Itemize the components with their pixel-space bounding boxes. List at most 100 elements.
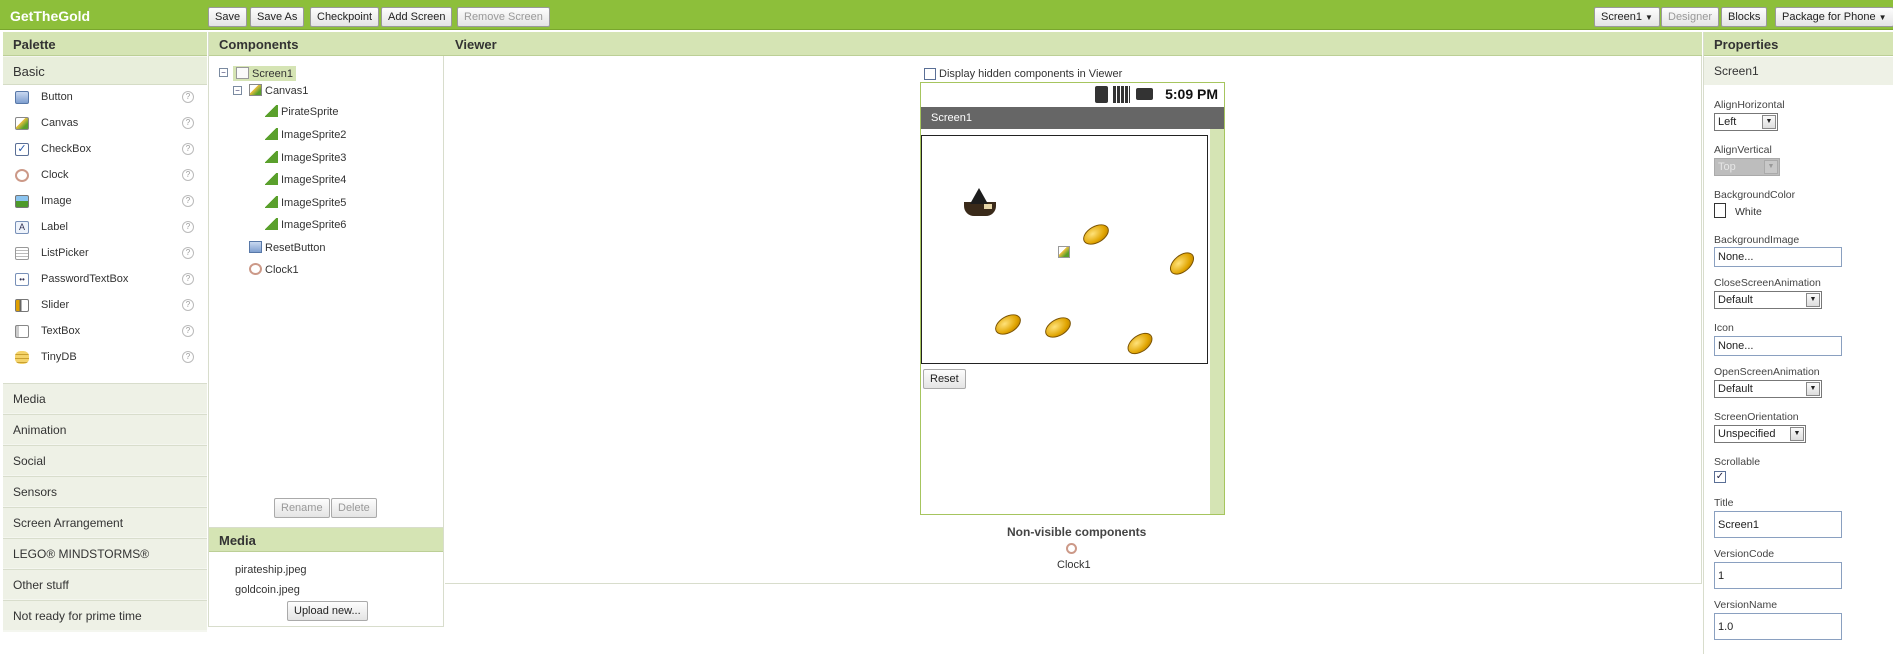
reset-button[interactable]: Reset [923,369,966,389]
tree-node-imagesprite3[interactable]: ImageSprite3 [265,151,346,164]
palette-item-tinydb[interactable]: TinyDB ? [3,345,207,371]
gold-coin-sprite[interactable] [1123,328,1157,359]
help-icon[interactable]: ? [182,117,194,129]
palette-item-passwordtextbox[interactable]: •• PasswordTextBox ? [3,267,207,293]
select-value: Top [1718,161,1736,173]
pirate-ship-sprite[interactable] [962,186,998,220]
version-name-input[interactable]: 1.0 [1714,613,1842,640]
media-file[interactable]: pirateship.jpeg [235,564,307,576]
tree-node-imagesprite5[interactable]: ImageSprite5 [265,196,346,209]
collapse-icon[interactable]: − [233,86,242,95]
palette-item-clock[interactable]: Clock ? [3,163,207,189]
designer-button[interactable]: Designer [1661,7,1720,27]
tree-node-label: ImageSprite2 [281,129,347,141]
palette-category-lego[interactable]: LEGO® MINDSTORMS® [3,538,207,568]
help-icon[interactable]: ? [182,273,194,285]
palette-item-label[interactable]: A Label ? [3,215,207,241]
palette-item-button[interactable]: Button ? [3,85,207,111]
palette-category-media[interactable]: Media [3,383,207,413]
palette-category-screen-arrangement[interactable]: Screen Arrangement [3,507,207,537]
help-icon[interactable]: ? [182,325,194,337]
tree-node-resetbutton[interactable]: ResetButton [249,241,326,254]
gold-coin-sprite[interactable] [1041,313,1075,342]
palette-header: Palette [3,32,207,56]
add-screen-button[interactable]: Add Screen [381,7,453,27]
version-code-input[interactable]: 1 [1714,562,1842,589]
palette-category-basic[interactable]: Basic [3,57,207,85]
canvas-component[interactable] [921,135,1208,364]
tree-node-screen1[interactable]: Screen1 [233,66,296,81]
tree-node-canvas1[interactable]: Canvas1 [249,84,308,97]
icon-picker[interactable]: None... [1714,336,1842,356]
help-icon[interactable]: ? [182,169,194,181]
prop-label: CloseScreenAnimation [1714,277,1821,289]
viewer-header: Viewer [445,32,1702,56]
package-label: Package for Phone [1782,11,1876,23]
align-vertical-select[interactable]: Top ▼ [1714,158,1780,176]
palette-item-label: TinyDB [41,351,77,363]
media-panel: Media pirateship.jpeg goldcoin.jpeg Uplo… [208,527,444,627]
help-icon[interactable]: ? [182,221,194,233]
media-file[interactable]: goldcoin.jpeg [235,584,300,596]
palette-item-list: Button ? Canvas ? ✓ CheckBox ? Clock ? I… [3,85,207,409]
help-icon[interactable]: ? [182,351,194,363]
save-button[interactable]: Save [208,7,248,27]
checkpoint-button[interactable]: Checkpoint [310,7,380,27]
save-as-button[interactable]: Save As [250,7,305,27]
scrollbar[interactable] [1210,129,1224,514]
label-icon: A [15,221,29,234]
gold-coin-sprite[interactable] [1165,247,1199,280]
help-icon[interactable]: ? [182,195,194,207]
database-icon [15,351,29,364]
canvas-icon [15,117,29,130]
checkbox-icon: ✓ [15,143,29,156]
sprite-icon [265,196,278,208]
palette-item-checkbox[interactable]: ✓ CheckBox ? [3,137,207,163]
tree-node-piratesprite[interactable]: PirateSprite [265,105,338,118]
rename-button[interactable]: Rename [274,498,330,518]
scrollable-checkbox[interactable]: ✓ [1714,471,1726,483]
palette-item-label: Canvas [41,117,79,129]
display-hidden-checkbox[interactable] [924,68,936,80]
help-icon[interactable]: ? [182,91,194,103]
gold-coin-sprite[interactable] [1079,220,1113,249]
help-icon[interactable]: ? [182,299,194,311]
palette-item-listpicker[interactable]: ListPicker ? [3,241,207,267]
palette-item-textbox[interactable]: TextBox ? [3,319,207,345]
delete-button[interactable]: Delete [331,498,377,518]
package-dropdown[interactable]: Package for Phone ▼ [1775,7,1893,27]
collapse-icon[interactable]: − [219,68,228,77]
palette-category-animation[interactable]: Animation [3,414,207,444]
gold-coin-sprite[interactable] [991,310,1025,339]
help-icon[interactable]: ? [182,247,194,259]
blocks-button[interactable]: Blocks [1721,7,1768,27]
upload-new-button[interactable]: Upload new... [287,601,368,621]
help-icon[interactable]: ? [182,143,194,155]
background-color-value[interactable]: White [1735,206,1762,218]
palette-category-social[interactable]: Social [3,445,207,475]
password-icon: •• [15,273,29,286]
title-input[interactable]: Screen1 [1714,511,1842,538]
tree-node-imagesprite4[interactable]: ImageSprite4 [265,173,346,186]
palette-item-canvas[interactable]: Canvas ? [3,111,207,137]
tree-node-imagesprite2[interactable]: ImageSprite2 [265,128,346,141]
palette-category-not-ready[interactable]: Not ready for prime time [3,600,207,630]
clock-icon[interactable] [1066,543,1077,554]
background-image-picker[interactable]: None... [1714,247,1842,267]
palette-item-slider[interactable]: Slider ? [3,293,207,319]
palette-category-other[interactable]: Other stuff [3,569,207,599]
components-header: Components [209,32,445,56]
palette-category-sensors[interactable]: Sensors [3,476,207,506]
screen-orientation-select[interactable]: Unspecified ▼ [1714,425,1806,443]
remove-screen-button[interactable]: Remove Screen [457,7,550,27]
properties-panel: Properties Screen1 AlignHorizontal Left ▼… [1703,32,1893,654]
align-horizontal-select[interactable]: Left ▼ [1714,113,1778,131]
color-swatch[interactable] [1714,203,1726,218]
tree-node-imagesprite6[interactable]: ImageSprite6 [265,218,346,231]
tree-node-clock1[interactable]: Clock1 [249,263,299,276]
close-animation-select[interactable]: Default ▼ [1714,291,1822,309]
screen-select-dropdown[interactable]: Screen1 ▼ [1594,7,1660,27]
listpicker-icon [15,247,29,260]
open-animation-select[interactable]: Default ▼ [1714,380,1822,398]
palette-item-image[interactable]: Image ? [3,189,207,215]
